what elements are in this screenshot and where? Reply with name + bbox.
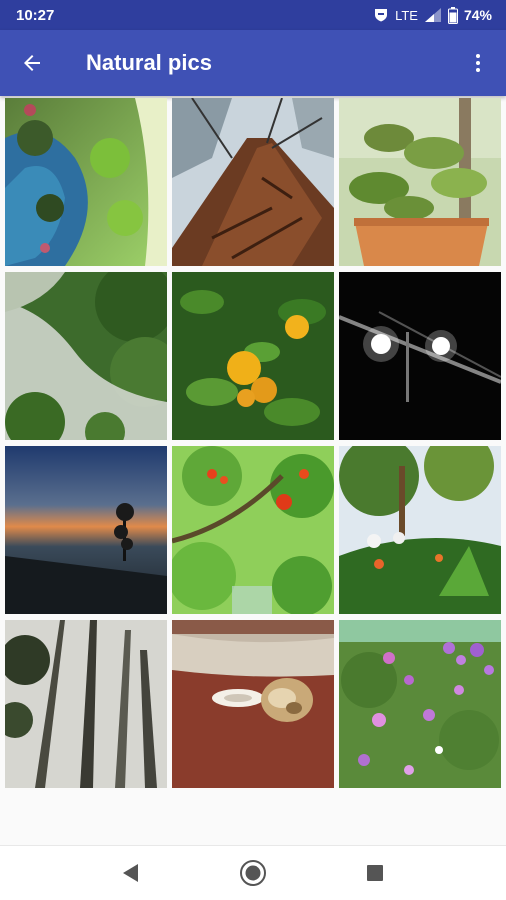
photo-garden-flowers-image bbox=[339, 446, 501, 614]
photo-lake-image bbox=[5, 98, 167, 266]
photo-thumbnail[interactable] bbox=[172, 620, 334, 788]
vpn-shield-icon bbox=[373, 7, 389, 23]
photo-tree-trunk-image bbox=[172, 98, 334, 266]
nav-home-icon bbox=[240, 860, 266, 886]
nav-recents-icon bbox=[367, 865, 383, 881]
nav-home-button[interactable] bbox=[229, 849, 277, 897]
photo-thumbnail[interactable] bbox=[339, 446, 501, 614]
photo-thumbnail[interactable] bbox=[5, 446, 167, 614]
photo-potted-plant-image bbox=[339, 98, 501, 266]
signal-icon bbox=[424, 7, 442, 23]
photo-foggy-trees-image bbox=[5, 620, 167, 788]
photo-thumbnail[interactable] bbox=[5, 272, 167, 440]
system-nav-bar bbox=[0, 845, 506, 900]
photo-thumbnail[interactable] bbox=[339, 272, 501, 440]
photo-shell-rock-image bbox=[172, 620, 334, 788]
battery-percent: 74% bbox=[463, 7, 492, 23]
photo-orange-tree-image bbox=[172, 272, 334, 440]
page-title: Natural pics bbox=[86, 50, 212, 75]
back-button[interactable] bbox=[0, 30, 64, 96]
photo-grid bbox=[5, 98, 502, 788]
photo-purple-flowers-image bbox=[339, 620, 501, 788]
photo-night-lights-image bbox=[339, 272, 501, 440]
photo-thumbnail[interactable] bbox=[339, 620, 501, 788]
status-indicators: LTE 74% bbox=[373, 6, 492, 24]
status-bar: 10:27 LTE 74% bbox=[0, 0, 506, 30]
photo-thumbnail[interactable] bbox=[5, 98, 167, 266]
overflow-menu-button[interactable] bbox=[450, 30, 506, 96]
photo-thumbnail[interactable] bbox=[172, 446, 334, 614]
nav-back-icon bbox=[123, 864, 138, 882]
nav-recents-button[interactable] bbox=[351, 849, 399, 897]
photo-thumbnail[interactable] bbox=[172, 98, 334, 266]
photo-thumbnail[interactable] bbox=[172, 272, 334, 440]
photo-sunset-tree-image bbox=[5, 446, 167, 614]
photo-misty-forest-image bbox=[5, 272, 167, 440]
network-type: LTE bbox=[395, 7, 418, 23]
arrow-back-icon bbox=[24, 55, 40, 71]
battery-icon bbox=[447, 6, 458, 24]
photo-thumbnail[interactable] bbox=[5, 620, 167, 788]
status-time: 10:27 bbox=[16, 6, 55, 24]
app-bar: Natural pics bbox=[0, 30, 506, 96]
nav-back-button[interactable] bbox=[107, 849, 155, 897]
photo-leaves-berries-image bbox=[172, 446, 334, 614]
more-vert-icon bbox=[476, 54, 480, 72]
photo-thumbnail[interactable] bbox=[339, 98, 501, 266]
